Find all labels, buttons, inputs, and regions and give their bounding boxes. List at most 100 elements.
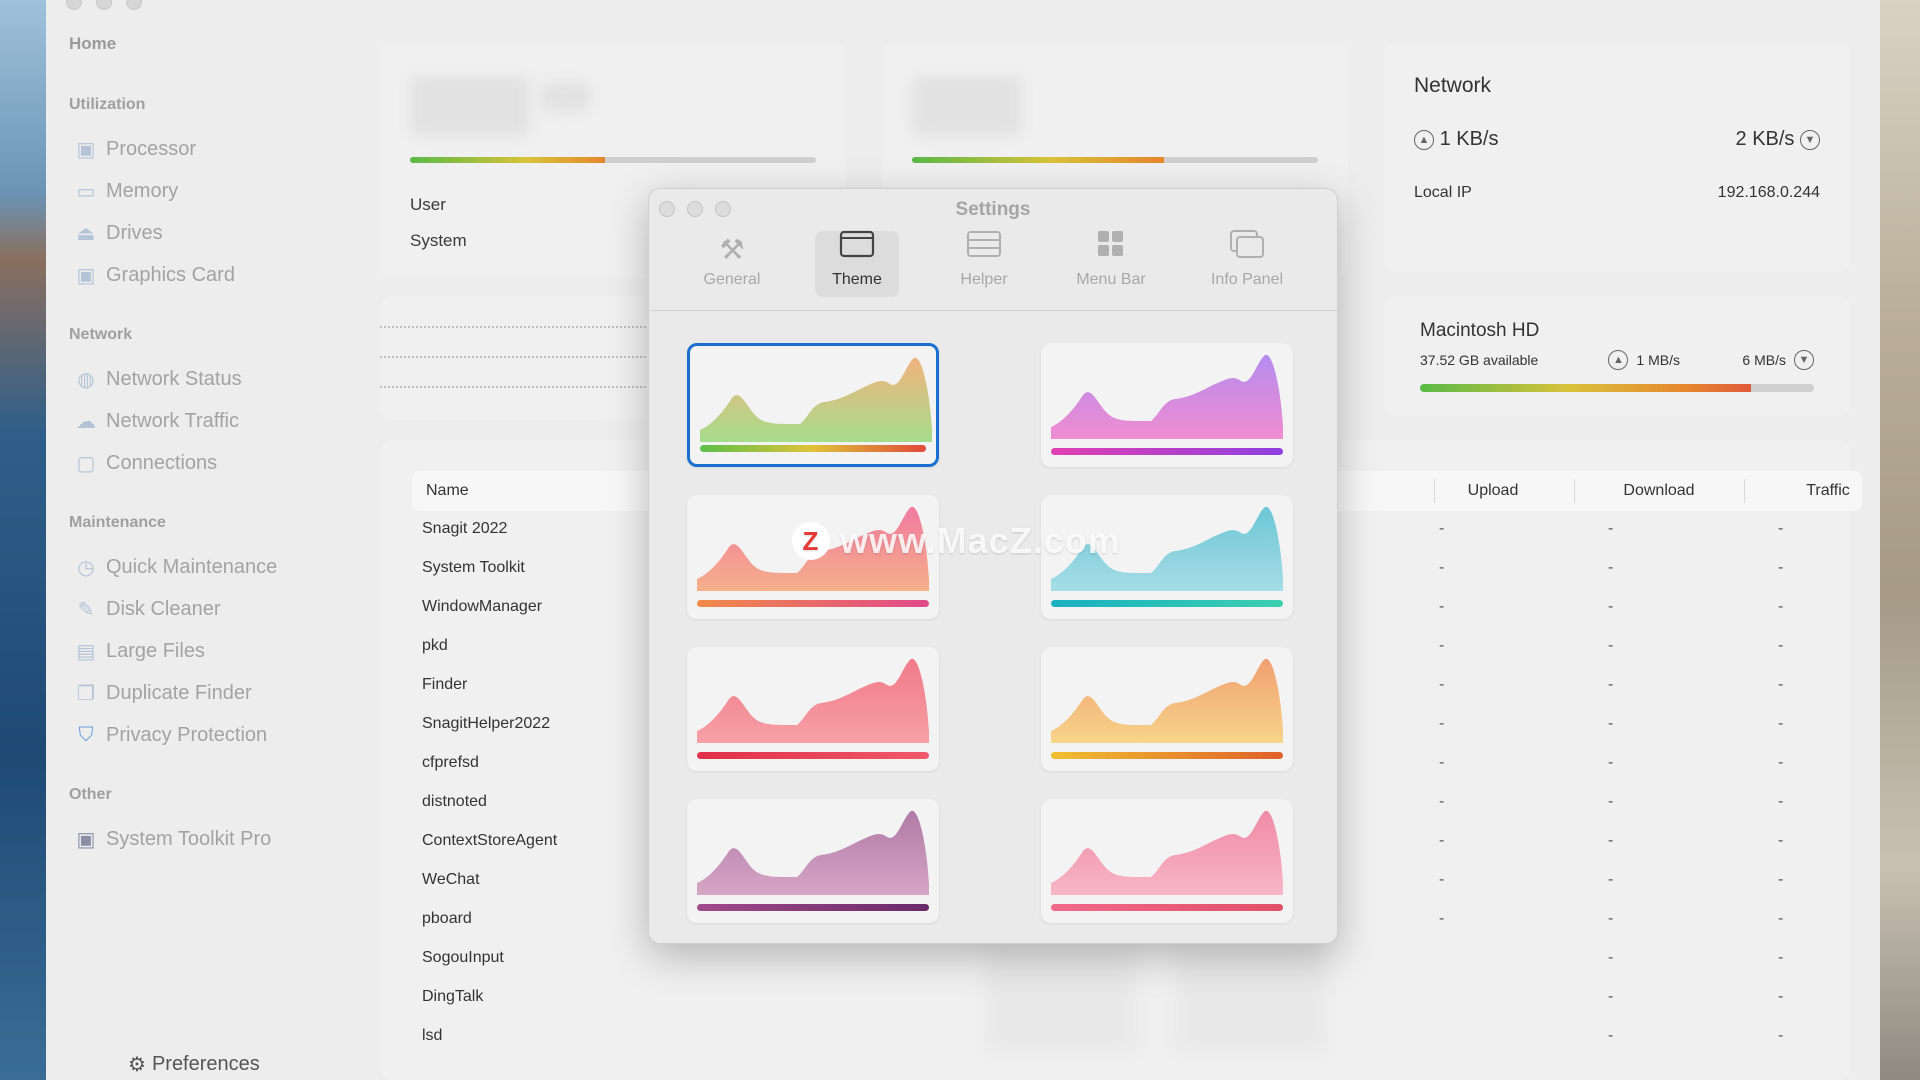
cloud-icon: ☁ (76, 411, 96, 433)
preferences-button[interactable]: ⚙ Preferences (128, 1052, 260, 1077)
table-cell-upload: - (1439, 637, 1445, 654)
theme-option-rose[interactable] (1041, 799, 1293, 923)
sidebar-item-drives[interactable]: ⏏ Drives (76, 222, 163, 245)
table-row-name[interactable]: SnagitHelper2022 (422, 715, 550, 733)
table-row-name[interactable]: DingTalk (422, 988, 483, 1006)
shield-icon: ⛉ (78, 724, 94, 746)
column-traffic[interactable]: Traffic (1744, 482, 1912, 500)
table-cell-upload: - (1439, 559, 1445, 576)
table-row-name[interactable]: lsd (422, 1027, 442, 1045)
blurred-gauge (410, 76, 530, 136)
table-cell-traffic: - (1778, 559, 1784, 576)
sidebar-item-quick-maintenance[interactable]: ◷ Quick Maintenance (76, 556, 277, 579)
server-icon (966, 229, 1002, 265)
settings-title: Settings (955, 199, 1031, 220)
sidebar-item-processor[interactable]: ▣ Processor (76, 138, 196, 161)
table-cell-download: - (1608, 988, 1614, 1005)
table-row-name[interactable]: cfprefsd (422, 754, 479, 772)
sidebar-item-network-status[interactable]: ◍ Network Status (76, 368, 241, 391)
table-cell-upload: - (1439, 715, 1445, 732)
tab-theme[interactable]: Theme (815, 229, 899, 297)
table-cell-upload: - (1439, 910, 1445, 927)
panels-icon (1229, 229, 1265, 265)
theme-option-coral[interactable] (687, 647, 939, 771)
table-cell-upload: - (1439, 520, 1445, 537)
processor-load-bar (410, 157, 816, 163)
table-cell-traffic: - (1778, 793, 1784, 810)
table-cell-download: - (1608, 832, 1614, 849)
local-ip-row: Local IP 192.168.0.244 (1414, 184, 1820, 202)
table-cell-download: - (1608, 715, 1614, 732)
sidebar-item-disk-cleaner[interactable]: ✎ Disk Cleaner (76, 598, 221, 621)
table-cell-upload: - (1439, 676, 1445, 693)
tab-general[interactable]: ⚒ General (687, 231, 777, 297)
sidebar: Home Utilization ▣ Processor ▭ Memory ⏏ Dri… (46, 0, 366, 1080)
grid-icon (1096, 229, 1126, 265)
table-row-name[interactable]: distnoted (422, 793, 487, 811)
sidebar-item-privacy-protection[interactable]: ⛉ Privacy Protection (76, 724, 268, 747)
watermark-logo: Z (792, 522, 830, 560)
column-name[interactable]: Name (426, 482, 469, 500)
tab-helper[interactable]: Helper (939, 231, 1029, 297)
sidebar-item-network-traffic[interactable]: ☁ Network Traffic (76, 410, 239, 433)
table-row-name[interactable]: pkd (422, 637, 448, 655)
table-cell-download: - (1608, 949, 1614, 966)
table-row-name[interactable]: pboard (422, 910, 472, 928)
theme-option-pink-purple[interactable] (1041, 343, 1293, 467)
sidebar-item-connections[interactable]: ▢ Connections (76, 452, 218, 475)
sidebar-item-label: Duplicate Finder (106, 682, 252, 704)
sidebar-section-other: Other (69, 786, 112, 803)
table-cell-traffic: - (1778, 910, 1784, 927)
table-cell-download: - (1608, 793, 1614, 810)
table-cell-upload: - (1439, 871, 1445, 888)
theme-option-mauve[interactable] (687, 799, 939, 923)
tab-info-panel[interactable]: Info Panel (1197, 229, 1297, 297)
sidebar-item-duplicate-finder[interactable]: ❐ Duplicate Finder (76, 682, 252, 705)
theme-option-green-orange[interactable] (687, 343, 939, 467)
table-row-name[interactable]: SogouInput (422, 949, 504, 967)
sidebar-item-large-files[interactable]: ▤ Large Files (76, 640, 205, 663)
sidebar-item-system-toolkit-pro[interactable]: ▣ System Toolkit Pro (76, 828, 272, 851)
table-cell-traffic: - (1778, 715, 1784, 732)
memory-load-bar (912, 157, 1318, 163)
sidebar-item-label: Graphics Card (106, 264, 235, 286)
table-cell-traffic: - (1778, 754, 1784, 771)
desktop-wallpaper-right (1878, 0, 1920, 1080)
sidebar-item-label: Disk Cleaner (106, 598, 221, 620)
tab-menu-bar[interactable]: Menu Bar (1061, 231, 1161, 297)
file-icon: ▤ (76, 641, 96, 663)
table-row-name[interactable]: ContextStoreAgent (422, 832, 557, 850)
column-download[interactable]: Download (1574, 482, 1744, 500)
drive-icon: ⏏ (76, 223, 96, 245)
table-cell-download: - (1608, 559, 1614, 576)
theme-preview-bar (1051, 448, 1283, 455)
table-row-name[interactable]: WindowManager (422, 598, 542, 616)
column-upload[interactable]: Upload (1416, 482, 1570, 500)
table-row-name[interactable]: System Toolkit (422, 559, 525, 577)
table-row-name[interactable]: WeChat (422, 871, 480, 889)
theme-preview-bar (700, 445, 926, 452)
window-icon (839, 229, 875, 265)
table-row-name[interactable]: Snagit 2022 (422, 520, 507, 538)
write-icon: ▼ (1794, 350, 1814, 370)
theme-grid (649, 311, 1337, 943)
sidebar-item-label: Quick Maintenance (106, 556, 278, 578)
gear-icon: ⚙ (128, 1054, 146, 1076)
local-ip-label: Local IP (1414, 184, 1472, 201)
network-title: Network (1414, 74, 1492, 97)
theme-preview-graph (697, 810, 929, 895)
tab-label: Helper (960, 271, 1008, 288)
table-cell-traffic: - (1778, 637, 1784, 654)
grid-line (380, 386, 650, 388)
table-row-name[interactable]: Finder (422, 676, 467, 694)
sidebar-item-graphics-card[interactable]: ▣ Graphics Card (76, 264, 235, 287)
tab-label: General (703, 271, 761, 288)
theme-option-amber[interactable] (1041, 647, 1293, 771)
theme-preview-graph (1051, 658, 1283, 743)
theme-preview-bar (697, 600, 929, 607)
table-cell-traffic: - (1778, 871, 1784, 888)
sidebar-item-home[interactable]: Home (69, 34, 116, 54)
sidebar-item-memory[interactable]: ▭ Memory (76, 180, 179, 203)
sidebar-item-label: Large Files (106, 640, 205, 662)
blurred-region (986, 940, 1136, 1050)
